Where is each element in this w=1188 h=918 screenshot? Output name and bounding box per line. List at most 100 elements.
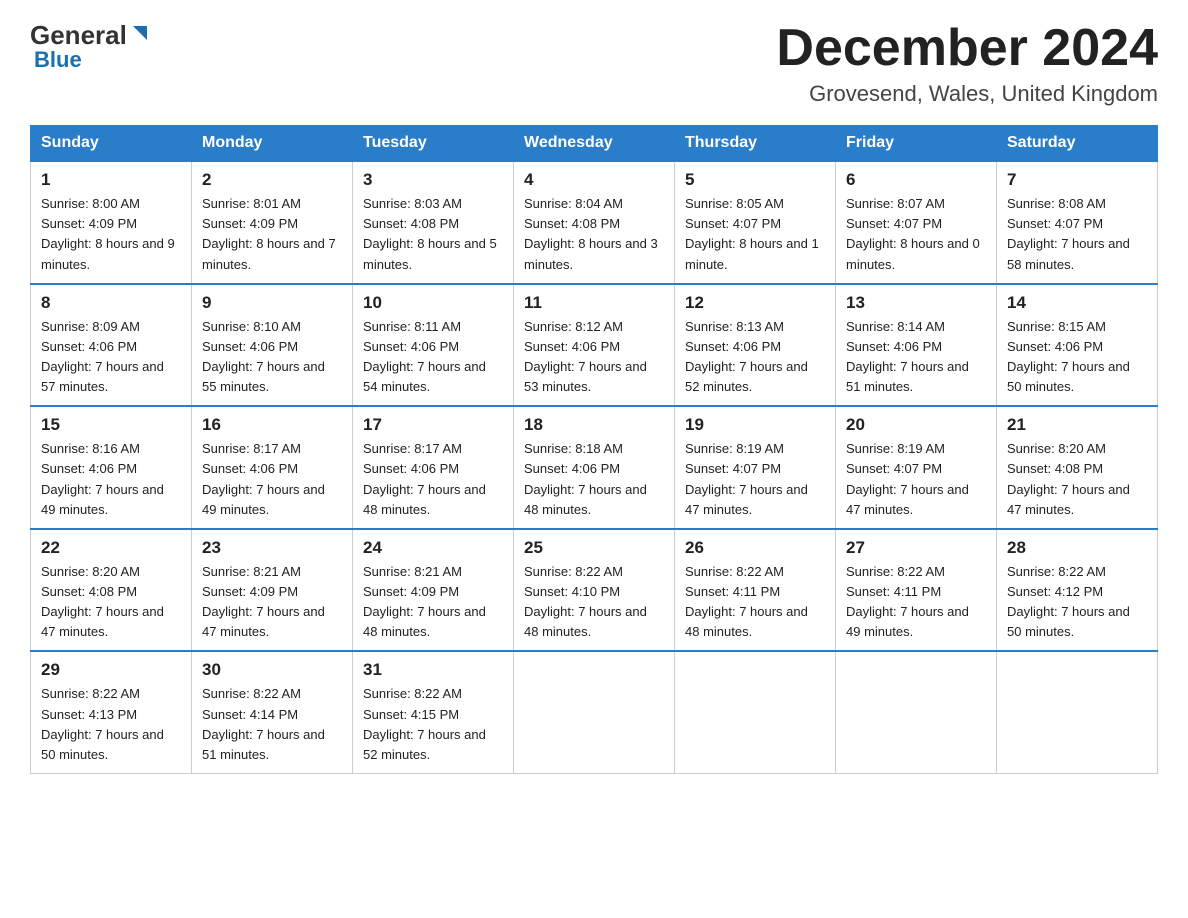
col-friday: Friday xyxy=(836,126,997,162)
day-info: Sunrise: 8:21 AM Sunset: 4:09 PM Dayligh… xyxy=(363,562,503,643)
calendar-title: December 2024 xyxy=(776,20,1158,77)
day-number: 27 xyxy=(846,538,986,558)
day-number: 16 xyxy=(202,415,342,435)
day-info: Sunrise: 8:03 AM Sunset: 4:08 PM Dayligh… xyxy=(363,194,503,275)
day-number: 22 xyxy=(41,538,181,558)
day-info: Sunrise: 8:04 AM Sunset: 4:08 PM Dayligh… xyxy=(524,194,664,275)
calendar-cell: 19 Sunrise: 8:19 AM Sunset: 4:07 PM Dayl… xyxy=(675,406,836,529)
calendar-week-row-4: 22 Sunrise: 8:20 AM Sunset: 4:08 PM Dayl… xyxy=(31,529,1158,652)
calendar-cell: 8 Sunrise: 8:09 AM Sunset: 4:06 PM Dayli… xyxy=(31,284,192,407)
calendar-cell xyxy=(997,651,1158,773)
day-number: 23 xyxy=(202,538,342,558)
logo-triangle-icon xyxy=(129,22,151,44)
day-info: Sunrise: 8:13 AM Sunset: 4:06 PM Dayligh… xyxy=(685,317,825,398)
calendar-cell: 16 Sunrise: 8:17 AM Sunset: 4:06 PM Dayl… xyxy=(192,406,353,529)
day-info: Sunrise: 8:19 AM Sunset: 4:07 PM Dayligh… xyxy=(846,439,986,520)
day-info: Sunrise: 8:22 AM Sunset: 4:14 PM Dayligh… xyxy=(202,684,342,765)
day-number: 13 xyxy=(846,293,986,313)
calendar-cell: 27 Sunrise: 8:22 AM Sunset: 4:11 PM Dayl… xyxy=(836,529,997,652)
day-info: Sunrise: 8:11 AM Sunset: 4:06 PM Dayligh… xyxy=(363,317,503,398)
day-number: 30 xyxy=(202,660,342,680)
calendar-cell: 17 Sunrise: 8:17 AM Sunset: 4:06 PM Dayl… xyxy=(353,406,514,529)
calendar-week-row-5: 29 Sunrise: 8:22 AM Sunset: 4:13 PM Dayl… xyxy=(31,651,1158,773)
calendar-cell: 6 Sunrise: 8:07 AM Sunset: 4:07 PM Dayli… xyxy=(836,161,997,284)
day-number: 21 xyxy=(1007,415,1147,435)
calendar-cell: 26 Sunrise: 8:22 AM Sunset: 4:11 PM Dayl… xyxy=(675,529,836,652)
calendar-cell: 22 Sunrise: 8:20 AM Sunset: 4:08 PM Dayl… xyxy=(31,529,192,652)
calendar-cell: 7 Sunrise: 8:08 AM Sunset: 4:07 PM Dayli… xyxy=(997,161,1158,284)
day-number: 4 xyxy=(524,170,664,190)
day-info: Sunrise: 8:08 AM Sunset: 4:07 PM Dayligh… xyxy=(1007,194,1147,275)
calendar-cell: 15 Sunrise: 8:16 AM Sunset: 4:06 PM Dayl… xyxy=(31,406,192,529)
calendar-cell: 20 Sunrise: 8:19 AM Sunset: 4:07 PM Dayl… xyxy=(836,406,997,529)
day-info: Sunrise: 8:15 AM Sunset: 4:06 PM Dayligh… xyxy=(1007,317,1147,398)
day-info: Sunrise: 8:09 AM Sunset: 4:06 PM Dayligh… xyxy=(41,317,181,398)
calendar-header-row: Sunday Monday Tuesday Wednesday Thursday… xyxy=(31,126,1158,162)
calendar-cell: 14 Sunrise: 8:15 AM Sunset: 4:06 PM Dayl… xyxy=(997,284,1158,407)
day-number: 2 xyxy=(202,170,342,190)
logo: General Blue xyxy=(30,20,151,73)
day-number: 31 xyxy=(363,660,503,680)
day-info: Sunrise: 8:17 AM Sunset: 4:06 PM Dayligh… xyxy=(202,439,342,520)
calendar-table: Sunday Monday Tuesday Wednesday Thursday… xyxy=(30,125,1158,774)
title-block: December 2024 Grovesend, Wales, United K… xyxy=(776,20,1158,107)
day-info: Sunrise: 8:22 AM Sunset: 4:13 PM Dayligh… xyxy=(41,684,181,765)
calendar-cell: 4 Sunrise: 8:04 AM Sunset: 4:08 PM Dayli… xyxy=(514,161,675,284)
day-info: Sunrise: 8:18 AM Sunset: 4:06 PM Dayligh… xyxy=(524,439,664,520)
calendar-cell: 1 Sunrise: 8:00 AM Sunset: 4:09 PM Dayli… xyxy=(31,161,192,284)
calendar-cell: 21 Sunrise: 8:20 AM Sunset: 4:08 PM Dayl… xyxy=(997,406,1158,529)
col-monday: Monday xyxy=(192,126,353,162)
day-info: Sunrise: 8:21 AM Sunset: 4:09 PM Dayligh… xyxy=(202,562,342,643)
calendar-cell: 12 Sunrise: 8:13 AM Sunset: 4:06 PM Dayl… xyxy=(675,284,836,407)
calendar-cell xyxy=(675,651,836,773)
calendar-cell: 25 Sunrise: 8:22 AM Sunset: 4:10 PM Dayl… xyxy=(514,529,675,652)
calendar-cell xyxy=(836,651,997,773)
calendar-cell: 23 Sunrise: 8:21 AM Sunset: 4:09 PM Dayl… xyxy=(192,529,353,652)
day-number: 3 xyxy=(363,170,503,190)
day-number: 24 xyxy=(363,538,503,558)
day-number: 11 xyxy=(524,293,664,313)
day-number: 20 xyxy=(846,415,986,435)
calendar-cell: 13 Sunrise: 8:14 AM Sunset: 4:06 PM Dayl… xyxy=(836,284,997,407)
day-number: 17 xyxy=(363,415,503,435)
day-info: Sunrise: 8:22 AM Sunset: 4:11 PM Dayligh… xyxy=(846,562,986,643)
logo-blue-text: Blue xyxy=(34,47,82,73)
day-info: Sunrise: 8:00 AM Sunset: 4:09 PM Dayligh… xyxy=(41,194,181,275)
calendar-cell: 31 Sunrise: 8:22 AM Sunset: 4:15 PM Dayl… xyxy=(353,651,514,773)
day-number: 25 xyxy=(524,538,664,558)
day-info: Sunrise: 8:05 AM Sunset: 4:07 PM Dayligh… xyxy=(685,194,825,275)
calendar-cell: 11 Sunrise: 8:12 AM Sunset: 4:06 PM Dayl… xyxy=(514,284,675,407)
day-number: 7 xyxy=(1007,170,1147,190)
day-number: 14 xyxy=(1007,293,1147,313)
calendar-cell: 5 Sunrise: 8:05 AM Sunset: 4:07 PM Dayli… xyxy=(675,161,836,284)
day-info: Sunrise: 8:01 AM Sunset: 4:09 PM Dayligh… xyxy=(202,194,342,275)
day-info: Sunrise: 8:22 AM Sunset: 4:10 PM Dayligh… xyxy=(524,562,664,643)
day-number: 10 xyxy=(363,293,503,313)
day-number: 26 xyxy=(685,538,825,558)
day-info: Sunrise: 8:22 AM Sunset: 4:12 PM Dayligh… xyxy=(1007,562,1147,643)
day-number: 9 xyxy=(202,293,342,313)
page-header: General Blue December 2024 Grovesend, Wa… xyxy=(30,20,1158,107)
col-wednesday: Wednesday xyxy=(514,126,675,162)
day-number: 19 xyxy=(685,415,825,435)
day-number: 12 xyxy=(685,293,825,313)
location-text: Grovesend, Wales, United Kingdom xyxy=(776,81,1158,107)
col-thursday: Thursday xyxy=(675,126,836,162)
calendar-cell: 18 Sunrise: 8:18 AM Sunset: 4:06 PM Dayl… xyxy=(514,406,675,529)
day-info: Sunrise: 8:16 AM Sunset: 4:06 PM Dayligh… xyxy=(41,439,181,520)
day-info: Sunrise: 8:20 AM Sunset: 4:08 PM Dayligh… xyxy=(41,562,181,643)
col-sunday: Sunday xyxy=(31,126,192,162)
day-number: 1 xyxy=(41,170,181,190)
day-info: Sunrise: 8:10 AM Sunset: 4:06 PM Dayligh… xyxy=(202,317,342,398)
day-info: Sunrise: 8:12 AM Sunset: 4:06 PM Dayligh… xyxy=(524,317,664,398)
day-number: 28 xyxy=(1007,538,1147,558)
calendar-cell: 24 Sunrise: 8:21 AM Sunset: 4:09 PM Dayl… xyxy=(353,529,514,652)
day-info: Sunrise: 8:22 AM Sunset: 4:15 PM Dayligh… xyxy=(363,684,503,765)
col-tuesday: Tuesday xyxy=(353,126,514,162)
day-number: 15 xyxy=(41,415,181,435)
day-number: 8 xyxy=(41,293,181,313)
calendar-week-row-1: 1 Sunrise: 8:00 AM Sunset: 4:09 PM Dayli… xyxy=(31,161,1158,284)
day-info: Sunrise: 8:14 AM Sunset: 4:06 PM Dayligh… xyxy=(846,317,986,398)
calendar-week-row-2: 8 Sunrise: 8:09 AM Sunset: 4:06 PM Dayli… xyxy=(31,284,1158,407)
day-info: Sunrise: 8:19 AM Sunset: 4:07 PM Dayligh… xyxy=(685,439,825,520)
